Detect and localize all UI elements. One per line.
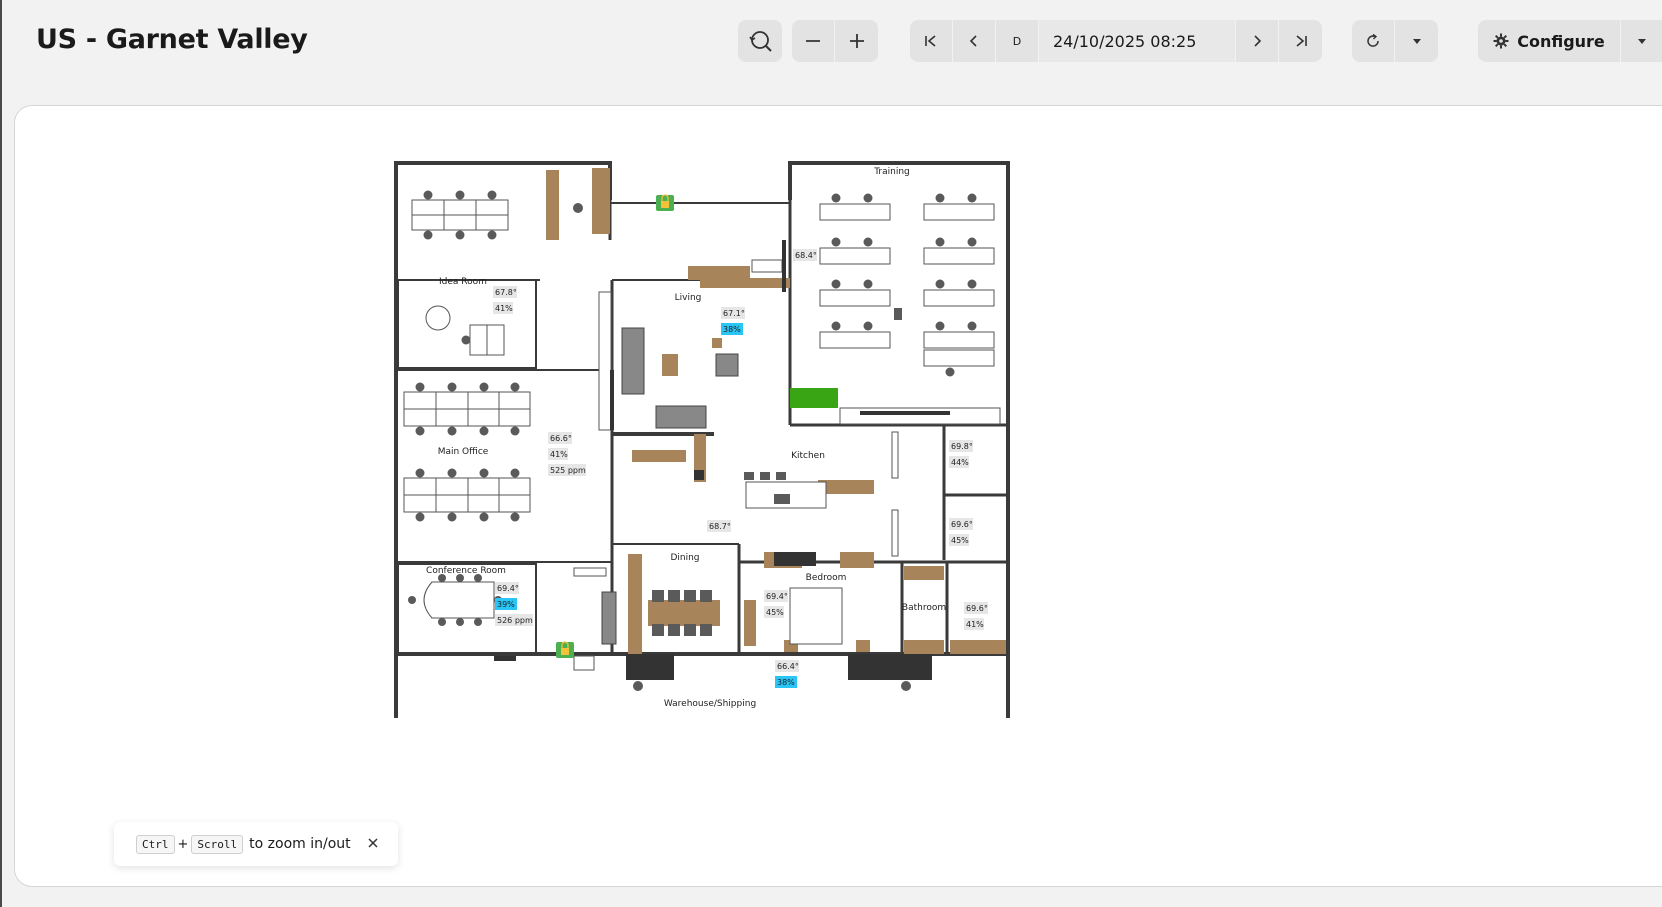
zoom-reset-button[interactable] xyxy=(738,20,782,62)
humidity-idea-room: 41% xyxy=(495,304,513,313)
temp-warehouse: 66.4° xyxy=(777,662,799,671)
temp-conference-room: 69.4° xyxy=(497,584,519,593)
page-title: US - Garnet Valley xyxy=(36,24,308,55)
ctrl-key: Ctrl xyxy=(136,834,175,854)
room-name-bathroom: Bathroom xyxy=(902,603,946,613)
first-button[interactable] xyxy=(910,20,953,62)
date-navigation: D 24/10/2025 08:25 xyxy=(910,20,1322,62)
floor-plan[interactable]: Training 68.4° Idea Room 67.8° 41% Livin… xyxy=(394,160,1014,720)
zoom-out-button[interactable] xyxy=(792,20,835,62)
skip-first-icon xyxy=(925,35,936,47)
co2-conference-room: 526 ppm xyxy=(497,616,533,625)
configure-controls: Configure xyxy=(1478,20,1662,62)
chevron-left-icon xyxy=(969,35,977,47)
lock-icon[interactable] xyxy=(556,641,574,658)
hint-text: to zoom in/out xyxy=(249,836,351,852)
zoom-hint: Ctrl + Scroll to zoom in/out xyxy=(114,822,398,866)
green-block xyxy=(790,388,838,408)
room-name-conference-room: Conference Room xyxy=(426,566,506,576)
room-name-kitchen: Kitchen xyxy=(791,451,825,461)
configure-dropdown-button[interactable] xyxy=(1621,20,1662,62)
room-name-main-office: Main Office xyxy=(438,447,489,457)
room-name-idea-room: Idea Room xyxy=(439,277,487,287)
temp-restroom-b: 69.6° xyxy=(951,520,973,529)
room-name-living: Living xyxy=(675,293,702,303)
room-name-training: Training xyxy=(873,167,910,177)
skip-last-icon xyxy=(1295,35,1307,47)
refresh-dropdown-button[interactable] xyxy=(1395,20,1438,62)
lock-icon[interactable] xyxy=(656,194,674,211)
room-name-warehouse: Warehouse/Shipping xyxy=(664,699,756,709)
chevron-right-icon xyxy=(1254,35,1262,47)
zoom-controls xyxy=(792,20,878,62)
refresh-controls xyxy=(1352,20,1438,62)
temp-bathroom: 69.6° xyxy=(966,604,988,613)
hint-plus: + xyxy=(177,836,189,852)
temp-dining-area: 68.7° xyxy=(709,522,731,531)
configure-button[interactable]: Configure xyxy=(1478,20,1621,62)
temp-restroom-a: 69.8° xyxy=(951,442,973,451)
humidity-bedroom: 45% xyxy=(766,608,784,617)
humidity-conference-room: 39% xyxy=(497,600,515,609)
configure-label: Configure xyxy=(1517,31,1605,51)
plus-icon xyxy=(849,34,864,48)
caret-down-icon xyxy=(1637,39,1646,44)
temp-living: 67.1° xyxy=(723,309,745,318)
room-name-dining: Dining xyxy=(670,553,699,563)
co2-main-office: 525 ppm xyxy=(550,466,586,475)
temp-bedroom: 69.4° xyxy=(766,592,788,601)
caret-down-icon xyxy=(1412,39,1421,44)
refresh-button[interactable] xyxy=(1352,20,1395,62)
humidity-bathroom: 41% xyxy=(966,620,984,629)
header: US - Garnet Valley D 24/10/2025 08:25 Co… xyxy=(0,0,1662,84)
next-button[interactable] xyxy=(1236,20,1279,62)
room-name-bedroom: Bedroom xyxy=(806,573,847,583)
temp-main-office: 66.6° xyxy=(550,434,572,443)
prev-button[interactable] xyxy=(953,20,996,62)
minus-icon xyxy=(806,40,820,42)
close-icon xyxy=(368,838,378,848)
scroll-key: Scroll xyxy=(191,834,244,854)
zoom-reset-icon xyxy=(749,31,772,52)
datetime-field[interactable]: 24/10/2025 08:25 xyxy=(1039,20,1236,62)
humidity-warehouse: 38% xyxy=(777,678,795,687)
hint-close-button[interactable] xyxy=(362,832,384,854)
day-button[interactable]: D xyxy=(996,20,1039,62)
zoom-in-button[interactable] xyxy=(835,20,878,62)
temp-idea-room: 67.8° xyxy=(495,288,517,297)
temp-training: 68.4° xyxy=(795,251,817,260)
window-edge xyxy=(0,0,2,907)
last-button[interactable] xyxy=(1279,20,1322,62)
humidity-living: 38% xyxy=(723,325,741,334)
refresh-icon xyxy=(1367,33,1379,47)
humidity-restroom-a: 44% xyxy=(951,458,969,467)
humidity-main-office: 41% xyxy=(550,450,568,459)
gear-icon xyxy=(1493,33,1509,49)
humidity-restroom-b: 45% xyxy=(951,536,969,545)
